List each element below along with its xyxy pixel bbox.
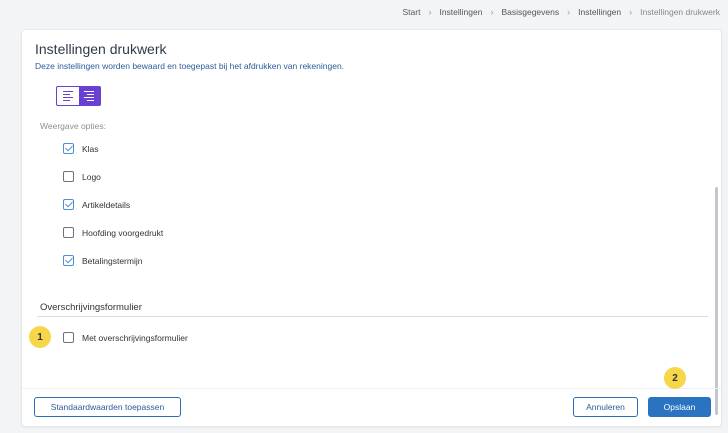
align-right-icon xyxy=(84,91,95,101)
checkbox-label: Hoofding voorgedrukt xyxy=(82,227,164,238)
transfer-form-title: Overschrijvingsformulier xyxy=(40,302,142,313)
align-left-icon xyxy=(62,91,73,101)
page-title: Instellingen drukwerk xyxy=(35,41,167,57)
align-left-button[interactable] xyxy=(57,87,79,105)
footer-divider xyxy=(22,388,721,389)
alignment-toggle xyxy=(56,86,101,106)
display-options-label: Weergave opties: xyxy=(40,121,106,131)
section-divider xyxy=(37,316,708,317)
checkbox-row-hoofding[interactable]: Hoofding voorgedrukt xyxy=(63,227,163,238)
chevron-right-icon: › xyxy=(428,7,432,17)
betalingstermijn-checkbox[interactable] xyxy=(63,255,74,266)
annotation-badge-2: 2 xyxy=(664,367,686,389)
scrollbar[interactable] xyxy=(715,187,718,415)
checkbox-label: Klas xyxy=(82,143,99,154)
settings-card: Instellingen drukwerk Deze instellingen … xyxy=(21,29,722,427)
align-right-button[interactable] xyxy=(78,87,100,105)
checkbox-row-betalingstermijn[interactable]: Betalingstermijn xyxy=(63,255,142,266)
breadcrumb-current: Instellingen drukwerk xyxy=(640,7,720,17)
artikeldetails-checkbox[interactable] xyxy=(63,199,74,210)
checkbox-label: Betalingstermijn xyxy=(82,255,143,266)
logo-checkbox[interactable] xyxy=(63,171,74,182)
breadcrumb-basisgegevens[interactable]: Basisgegevens xyxy=(501,7,559,17)
cancel-button[interactable]: Annuleren xyxy=(573,397,638,417)
annotation-badge-1: 1 xyxy=(29,326,51,348)
save-button[interactable]: Opslaan xyxy=(648,397,711,417)
chevron-right-icon: › xyxy=(490,7,494,17)
breadcrumb-instellingen-2[interactable]: Instellingen xyxy=(578,7,621,17)
breadcrumb: Start › Instellingen › Basisgegevens › I… xyxy=(403,7,721,17)
checkbox-label: Artikeldetails xyxy=(82,199,131,210)
checkbox-row-logo[interactable]: Logo xyxy=(63,171,101,182)
breadcrumb-instellingen[interactable]: Instellingen xyxy=(439,7,482,17)
chevron-right-icon: › xyxy=(629,7,633,17)
checkbox-label: Logo xyxy=(82,171,101,182)
checkbox-row-artikeldetails[interactable]: Artikeldetails xyxy=(63,199,130,210)
apply-defaults-button[interactable]: Standaardwaarden toepassen xyxy=(34,397,181,417)
checkbox-row-overschrijving[interactable]: Met overschrijvingsformulier xyxy=(63,332,188,343)
chevron-right-icon: › xyxy=(567,7,571,17)
overschrijving-checkbox[interactable] xyxy=(63,332,74,343)
hoofding-checkbox[interactable] xyxy=(63,227,74,238)
settings-content: Weergave opties: Klas Logo Artikeldetail… xyxy=(23,81,714,388)
breadcrumb-start[interactable]: Start xyxy=(403,7,421,17)
klas-checkbox[interactable] xyxy=(63,143,74,154)
checkbox-row-klas[interactable]: Klas xyxy=(63,143,99,154)
checkbox-label: Met overschrijvingsformulier xyxy=(82,332,188,343)
page-subtitle: Deze instellingen worden bewaard en toeg… xyxy=(35,61,345,71)
